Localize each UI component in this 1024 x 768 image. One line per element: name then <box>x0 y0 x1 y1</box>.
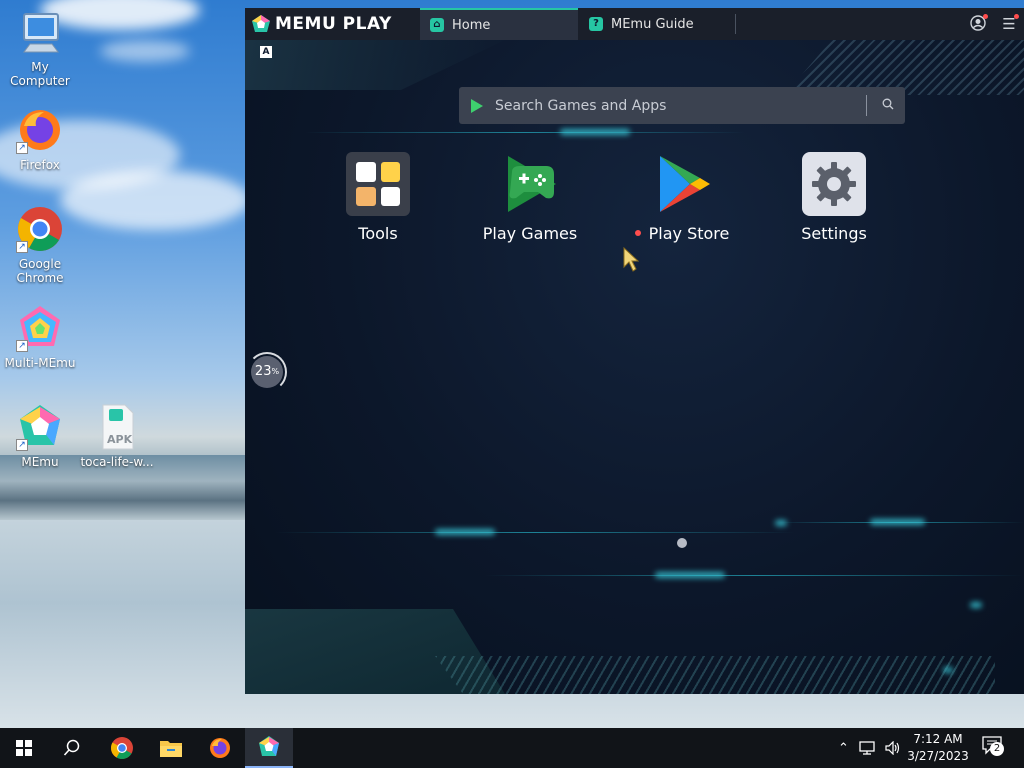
keyboard-input-badge: A <box>260 46 272 58</box>
memu-window: MEMU PLAY ⌂ Home ? MEmu Guide ☰ A Search… <box>245 8 1024 694</box>
guide-tab-icon: ? <box>589 17 603 31</box>
desktop-icon-apk-file[interactable]: APK toca-life-w... <box>77 403 157 469</box>
desktop-icon-my-computer[interactable]: My Computer <box>0 8 80 88</box>
menu-icon[interactable]: ☰ <box>1000 14 1019 33</box>
performance-unit: % <box>271 367 280 376</box>
chrome-icon: ↗ <box>16 205 64 253</box>
tab-separator <box>735 14 736 34</box>
app-label: Tools <box>358 224 398 243</box>
file-explorer-icon <box>160 741 182 757</box>
memu-icon: ↗ <box>16 403 64 451</box>
multi-memu-icon: ↗ <box>16 304 64 352</box>
desktop-icon-label: Firefox <box>20 158 60 172</box>
taskbar-memu[interactable] <box>245 728 293 768</box>
notification-center-button[interactable]: 2 <box>982 736 1008 760</box>
tools-folder-icon <box>346 152 410 216</box>
memu-icon <box>259 736 279 756</box>
app-label: Play Store <box>648 224 730 243</box>
network-icon[interactable] <box>859 741 875 755</box>
chrome-icon <box>111 737 133 759</box>
system-tray: ⌃ <box>838 728 904 768</box>
firefox-icon: ↗ <box>16 106 64 154</box>
desktop-icon-label: My Computer <box>10 60 70 88</box>
desktop-icon-label: Multi-MEmu <box>4 356 76 370</box>
app-play-store[interactable]: Play Store <box>627 152 737 243</box>
taskbar: ⌃ 7:12 AM 3/27/2023 2 <box>0 728 1024 768</box>
tab-home[interactable]: ⌂ Home <box>420 8 578 40</box>
apk-badge: APK <box>107 433 133 446</box>
firefox-icon <box>210 738 230 758</box>
search-icon[interactable] <box>879 97 897 115</box>
play-store-search-icon <box>471 98 483 113</box>
computer-icon <box>16 8 64 56</box>
app-settings[interactable]: Settings <box>779 152 889 243</box>
mouse-cursor-icon <box>623 246 640 277</box>
search-bar[interactable]: Search Games and Apps <box>459 87 905 124</box>
tab-label: Home <box>452 17 491 33</box>
desktop-icon-firefox[interactable]: ↗ Firefox <box>0 106 80 172</box>
memu-logo-icon <box>252 15 270 32</box>
app-play-games[interactable]: Play Games <box>475 152 585 243</box>
notification-count-badge: 2 <box>990 742 1004 756</box>
desktop-icon-chrome[interactable]: ↗ Google Chrome <box>0 205 80 285</box>
start-icon <box>16 740 32 756</box>
desktop-icon-multi-memu[interactable]: ↗ Multi-MEmu <box>0 304 80 370</box>
taskbar-chrome[interactable] <box>98 728 146 768</box>
android-home-screen: A Search Games and Apps Tools Play Games… <box>245 40 1024 694</box>
play-games-icon <box>498 152 562 216</box>
app-tools[interactable]: Tools <box>323 152 433 243</box>
account-icon[interactable] <box>969 14 988 33</box>
new-update-dot <box>634 229 641 236</box>
apk-file-icon: APK <box>93 403 141 451</box>
taskbar-firefox[interactable] <box>196 728 244 768</box>
page-indicator-dot[interactable] <box>677 538 687 548</box>
settings-gear-icon <box>802 152 866 216</box>
clock-time: 7:12 AM <box>913 732 963 746</box>
clock-date: 3/27/2023 <box>907 749 969 763</box>
chevron-up-icon[interactable]: ⌃ <box>838 741 849 756</box>
taskbar-search-button[interactable] <box>48 728 96 768</box>
taskbar-file-explorer[interactable] <box>147 728 195 768</box>
performance-widget[interactable]: 23% <box>251 356 283 388</box>
search-icon <box>63 739 80 756</box>
tab-memu-guide[interactable]: ? MEmu Guide <box>579 8 735 40</box>
volume-icon[interactable] <box>885 741 901 755</box>
desktop-icon-memu[interactable]: ↗ MEmu <box>0 403 80 469</box>
home-tab-icon: ⌂ <box>430 18 444 32</box>
performance-value: 23 <box>254 364 272 379</box>
desktop-icon-label: MEmu <box>21 455 59 469</box>
search-input[interactable]: Search Games and Apps <box>495 98 666 114</box>
app-label: Settings <box>801 224 867 243</box>
desktop-icon-label: toca-life-w... <box>80 455 154 469</box>
taskbar-clock[interactable]: 7:12 AM 3/27/2023 <box>905 731 971 765</box>
desktop-icon-label: Google Chrome <box>16 257 64 285</box>
start-button[interactable] <box>0 728 48 768</box>
tab-label: MEmu Guide <box>611 16 694 32</box>
memu-brand-text: MEMU PLAY <box>275 14 392 34</box>
memu-titlebar: MEMU PLAY ⌂ Home ? MEmu Guide ☰ <box>245 8 1024 40</box>
memu-logo[interactable]: MEMU PLAY <box>251 13 392 35</box>
app-label: Play Games <box>482 224 578 243</box>
play-store-icon <box>650 152 714 216</box>
